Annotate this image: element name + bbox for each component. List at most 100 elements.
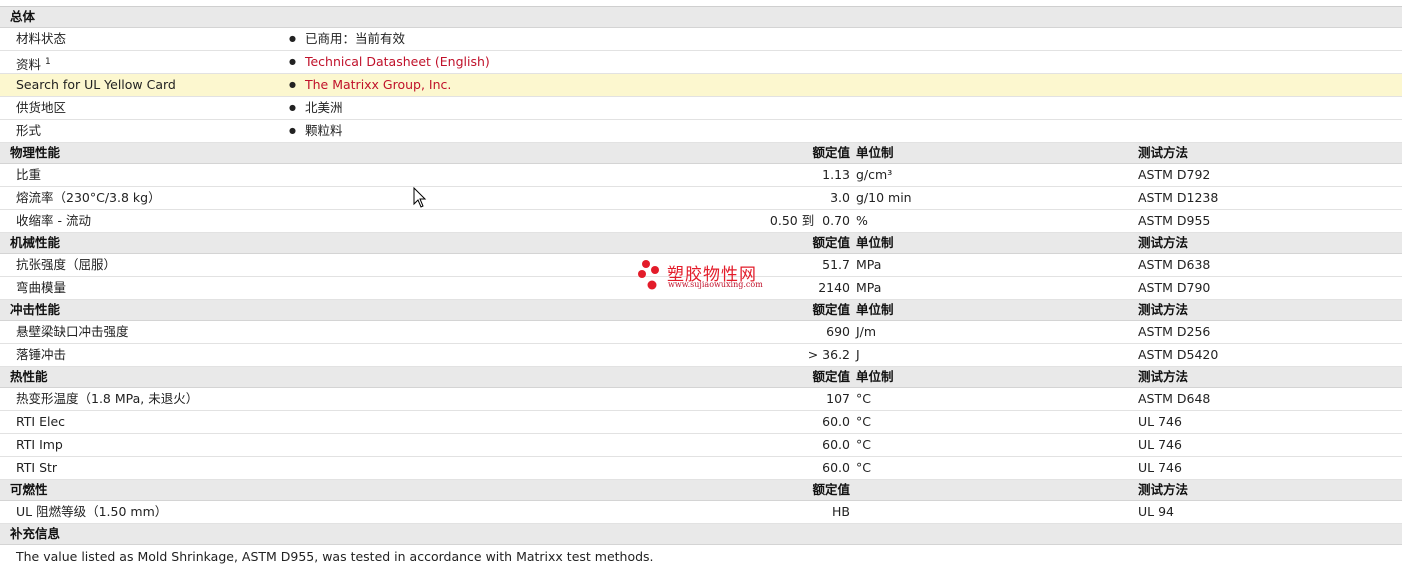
property-unit: MPa bbox=[856, 280, 882, 295]
general-row-highlighted: Search for UL Yellow Card The Matrixx Gr… bbox=[0, 74, 1402, 97]
section-header-mechanical: 机械性能 额定值 单位制 测试方法 bbox=[0, 233, 1402, 254]
watermark-dots-icon bbox=[638, 260, 659, 290]
general-row: 材料状态 已商用：当前有效 bbox=[0, 28, 1402, 51]
test-method: UL 746 bbox=[1138, 437, 1182, 452]
property-unit: MPa bbox=[856, 257, 882, 272]
footnote-marker: 1 bbox=[45, 57, 51, 67]
row-label: 资料 1 bbox=[16, 57, 51, 73]
property-unit: °C bbox=[856, 414, 871, 429]
property-label: RTI Imp bbox=[16, 437, 63, 452]
property-unit: J/m bbox=[856, 324, 877, 339]
section-title: 冲击性能 bbox=[10, 302, 61, 317]
column-header-value: 额定值 bbox=[812, 369, 850, 384]
property-row: RTI Elec 60.0 °C UL 746 bbox=[0, 411, 1402, 434]
test-method: ASTM D1238 bbox=[1138, 190, 1219, 205]
watermark-logo: 塑胶物性网 www.sujiaowuxing.com bbox=[636, 258, 776, 294]
section-header-general: 总体 bbox=[0, 7, 1402, 28]
property-row: 落锤冲击 > 36.2 J ASTM D5420 bbox=[0, 344, 1402, 367]
property-label: RTI Elec bbox=[16, 414, 66, 429]
property-row: UL 阻燃等级（1.50 mm） HB UL 94 bbox=[0, 501, 1402, 524]
property-value: 0.50 到 0.70 bbox=[769, 213, 850, 228]
property-value: 2140 bbox=[818, 280, 850, 295]
test-method: ASTM D792 bbox=[1138, 167, 1211, 182]
property-label: RTI Str bbox=[16, 460, 58, 475]
test-method: ASTM D256 bbox=[1138, 324, 1211, 339]
property-label: 比重 bbox=[16, 167, 42, 182]
property-unit: °C bbox=[856, 460, 871, 475]
section-header-physical: 物理性能 额定值 单位制 测试方法 bbox=[0, 143, 1402, 164]
row-label: 供货地区 bbox=[16, 100, 67, 115]
column-header-method: 测试方法 bbox=[1138, 235, 1189, 250]
section-title: 总体 bbox=[10, 9, 36, 24]
property-value: 51.7 bbox=[822, 257, 850, 272]
property-value: 60.0 bbox=[822, 414, 850, 429]
row-label: 材料状态 bbox=[16, 31, 67, 46]
property-label: 熔流率（230°C/3.8 kg） bbox=[16, 190, 161, 205]
row-label: 形式 bbox=[16, 123, 42, 138]
ul-yellow-card-link[interactable]: The Matrixx Group, Inc. bbox=[305, 77, 451, 92]
column-header-method: 测试方法 bbox=[1138, 145, 1189, 160]
row-value: 北美洲 bbox=[289, 97, 343, 121]
test-method: ASTM D648 bbox=[1138, 391, 1211, 406]
property-label: UL 阻燃等级（1.50 mm） bbox=[16, 504, 168, 519]
test-method: UL 94 bbox=[1138, 504, 1174, 519]
property-unit: g/10 min bbox=[856, 190, 912, 205]
watermark-url: www.sujiaowuxing.com bbox=[668, 280, 763, 289]
property-label: 收缩率 - 流动 bbox=[16, 213, 91, 228]
property-row: 比重 1.13 g/cm³ ASTM D792 bbox=[0, 164, 1402, 187]
section-header-flammability: 可燃性 额定值 测试方法 bbox=[0, 480, 1402, 501]
test-method: UL 746 bbox=[1138, 414, 1182, 429]
property-unit: °C bbox=[856, 437, 871, 452]
technical-datasheet-link[interactable]: Technical Datasheet (English) bbox=[305, 54, 490, 69]
row-value: Technical Datasheet (English) bbox=[289, 51, 490, 75]
property-value: 60.0 bbox=[822, 437, 850, 452]
mouse-cursor-icon bbox=[413, 187, 427, 208]
top-divider bbox=[0, 0, 1402, 7]
property-value: 690 bbox=[826, 324, 850, 339]
property-label: 悬壁梁缺口冲击强度 bbox=[16, 324, 129, 339]
property-label: 落锤冲击 bbox=[16, 347, 67, 362]
row-value: 颗粒料 bbox=[289, 120, 343, 144]
property-value: 60.0 bbox=[822, 460, 850, 475]
property-label: 抗张强度（屈服） bbox=[16, 257, 117, 272]
property-value: 1.13 bbox=[822, 167, 850, 182]
general-row: 形式 颗粒料 bbox=[0, 120, 1402, 143]
row-value: The Matrixx Group, Inc. bbox=[289, 74, 451, 98]
property-value: > 36.2 bbox=[807, 347, 850, 362]
column-header-value: 额定值 bbox=[812, 235, 850, 250]
row-value: 已商用：当前有效 bbox=[289, 28, 405, 52]
property-value: HB bbox=[832, 504, 850, 519]
property-row: 热变形温度（1.8 MPa, 未退火） 107 °C ASTM D648 bbox=[0, 388, 1402, 411]
test-method: UL 746 bbox=[1138, 460, 1182, 475]
test-method: ASTM D5420 bbox=[1138, 347, 1219, 362]
column-header-unit: 单位制 bbox=[856, 369, 894, 384]
general-row: 资料1 Technical Datasheet (English) bbox=[0, 51, 1402, 74]
test-method: ASTM D790 bbox=[1138, 280, 1211, 295]
property-label: 弯曲模量 bbox=[16, 280, 67, 295]
property-row: 悬壁梁缺口冲击强度 690 J/m ASTM D256 bbox=[0, 321, 1402, 344]
property-unit: °C bbox=[856, 391, 871, 406]
section-header-supplement: 补充信息 bbox=[0, 524, 1402, 545]
property-value: 107 bbox=[826, 391, 850, 406]
property-row: 熔流率（230°C/3.8 kg） 3.0 g/10 min ASTM D123… bbox=[0, 187, 1402, 210]
section-title: 机械性能 bbox=[10, 235, 61, 250]
column-header-method: 测试方法 bbox=[1138, 369, 1189, 384]
column-header-unit: 单位制 bbox=[856, 145, 894, 160]
property-row: RTI Str 60.0 °C UL 746 bbox=[0, 457, 1402, 480]
property-row: 收缩率 - 流动 0.50 到 0.70 % ASTM D955 bbox=[0, 210, 1402, 233]
column-header-method: 测试方法 bbox=[1138, 482, 1189, 497]
property-unit: g/cm³ bbox=[856, 167, 893, 182]
section-header-impact: 冲击性能 额定值 单位制 测试方法 bbox=[0, 300, 1402, 321]
section-title: 热性能 bbox=[10, 369, 48, 384]
row-label: Search for UL Yellow Card bbox=[16, 77, 176, 92]
column-header-value: 额定值 bbox=[812, 145, 850, 160]
general-row: 供货地区 北美洲 bbox=[0, 97, 1402, 120]
property-unit: J bbox=[856, 347, 860, 362]
column-header-value: 额定值 bbox=[812, 302, 850, 317]
column-header-value: 额定值 bbox=[812, 482, 850, 497]
column-header-unit: 单位制 bbox=[856, 302, 894, 317]
column-header-unit: 单位制 bbox=[856, 235, 894, 250]
test-method: ASTM D955 bbox=[1138, 213, 1211, 228]
section-header-thermal: 热性能 额定值 单位制 测试方法 bbox=[0, 367, 1402, 388]
property-value: 3.0 bbox=[830, 190, 850, 205]
